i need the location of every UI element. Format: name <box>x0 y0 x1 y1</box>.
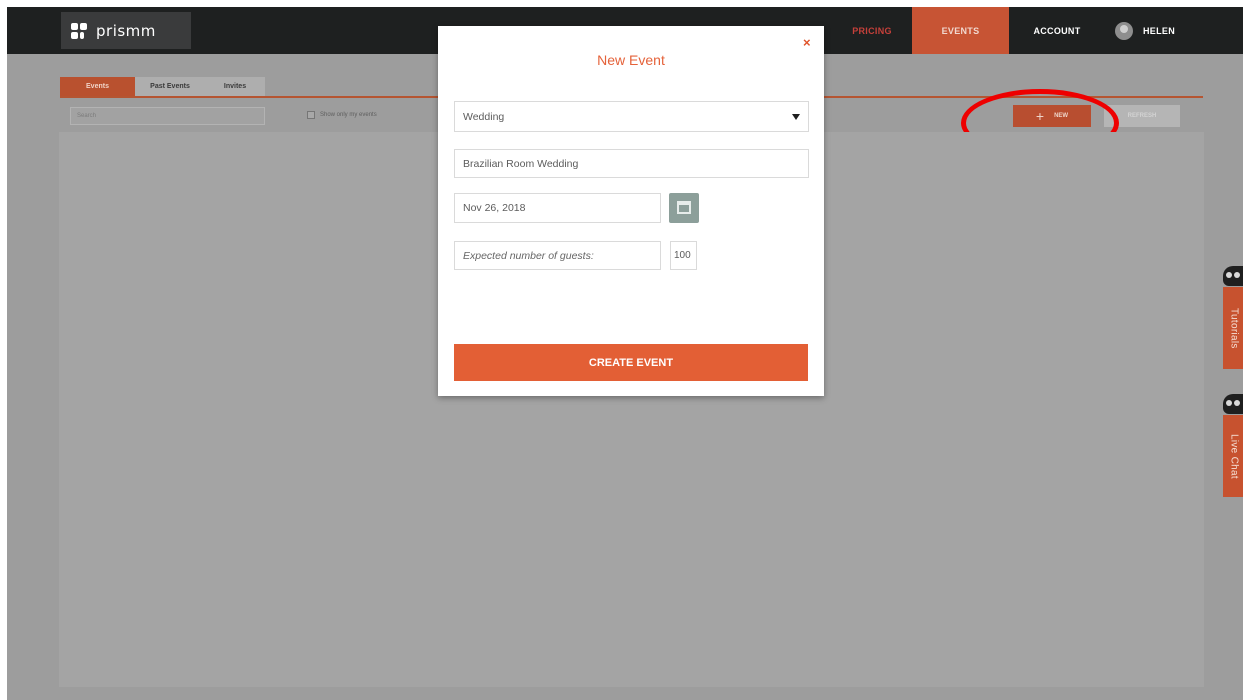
event-date-input[interactable]: Nov 26, 2018 <box>454 193 661 223</box>
brand-logo[interactable]: prismm <box>61 12 191 49</box>
prismm-logo-icon <box>71 22 87 39</box>
nav-user-menu[interactable]: HELEN <box>1115 7 1195 54</box>
modal-title: New Event <box>597 52 665 68</box>
tab-events[interactable]: Events <box>60 77 135 96</box>
nav-account[interactable]: ACCOUNT <box>1013 7 1101 54</box>
tab-past-events[interactable]: Past Events <box>135 77 205 96</box>
event-name-input[interactable]: Brazilian Room Wedding <box>454 149 809 178</box>
tab-invites[interactable]: Invites <box>205 77 265 96</box>
create-event-button[interactable]: CREATE EVENT <box>454 344 808 381</box>
owl-mascot-icon <box>1223 266 1243 286</box>
guests-count-input[interactable]: 100 <box>670 241 697 270</box>
new-event-modal: × New Event Wedding Brazilian Room Weddi… <box>438 26 824 396</box>
show-mine-filter[interactable]: Show only my events <box>307 111 377 119</box>
nav-pricing[interactable]: PRICING <box>832 7 912 54</box>
calendar-icon[interactable] <box>669 193 699 223</box>
brand-name: prismm <box>96 21 156 40</box>
live-chat-tab[interactable]: Live Chat <box>1223 415 1243 497</box>
close-icon[interactable]: × <box>803 36 811 49</box>
events-tabs: Events Past Events Invites <box>60 77 265 96</box>
search-input[interactable]: Search <box>70 107 265 125</box>
user-name: HELEN <box>1143 25 1176 36</box>
tutorials-tab[interactable]: Tutorials <box>1223 287 1243 369</box>
user-avatar-icon <box>1115 21 1133 40</box>
dropdown-caret-icon <box>792 114 800 120</box>
guests-label-field: Expected number of guests: <box>454 241 661 270</box>
event-type-select[interactable]: Wedding <box>454 101 809 132</box>
owl-mascot-icon <box>1223 394 1243 414</box>
event-type-value: Wedding <box>463 110 505 123</box>
show-mine-checkbox[interactable] <box>307 111 315 119</box>
show-mine-label: Show only my events <box>320 112 377 118</box>
nav-events[interactable]: EVENTS <box>912 7 1009 54</box>
